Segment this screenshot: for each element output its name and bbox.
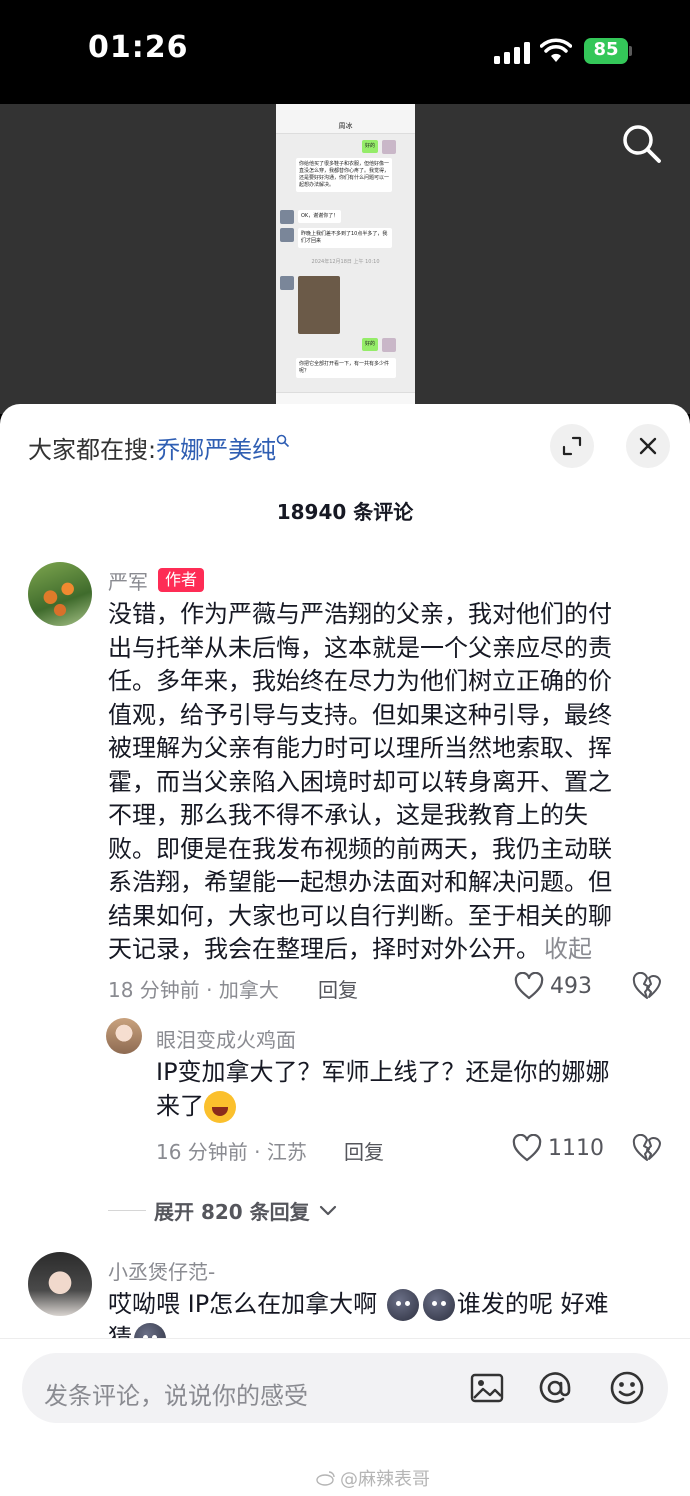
emoji-smile-icon[interactable]: [608, 1369, 646, 1407]
battery-icon: 85: [584, 38, 632, 64]
broken-heart-icon[interactable]: [632, 972, 662, 1000]
reply-button[interactable]: 回复: [344, 1136, 384, 1165]
close-icon: [639, 437, 657, 455]
chat-message: 好的: [362, 338, 379, 351]
emoji-icon: [386, 1289, 419, 1321]
avatar[interactable]: [28, 1252, 92, 1316]
comment-input[interactable]: 发条评论，说说你的感受: [22, 1353, 668, 1423]
expand-icon: [562, 436, 582, 456]
close-button[interactable]: [626, 424, 670, 468]
comment-username[interactable]: 严军: [108, 566, 148, 595]
comment-username[interactable]: 眼泪变成火鸡面: [156, 1024, 296, 1053]
comment-username[interactable]: 小丞煲仔范-: [108, 1256, 215, 1285]
comment-meta: 16 分钟前 · 江苏: [156, 1140, 307, 1164]
wifi-icon: [540, 38, 572, 62]
avatar[interactable]: [106, 1018, 142, 1054]
avatar[interactable]: [28, 562, 92, 626]
trending-search-prefix: 大家都在搜:: [28, 436, 157, 464]
chat-message: OK，谢谢你了！: [298, 210, 342, 223]
chat-message: 好的: [362, 140, 379, 153]
like-button[interactable]: 493: [514, 972, 592, 1000]
status-time: 01:26: [88, 30, 189, 65]
divider: [108, 1210, 146, 1211]
image-icon[interactable]: [468, 1369, 506, 1407]
expand-replies-button[interactable]: 展开 820 条回复: [108, 1196, 338, 1225]
mention-icon[interactable]: [536, 1369, 574, 1407]
chevron-down-icon: [319, 1205, 336, 1215]
laughing-crying-emoji-icon: [204, 1090, 236, 1123]
trending-search[interactable]: 大家都在搜:乔娜严美纯: [28, 430, 290, 465]
heart-icon: [514, 972, 544, 1000]
battery-level: 85: [593, 39, 619, 60]
chat-timestamp: 2024年12月18日 上午 10:10: [311, 259, 380, 265]
chat-message: 昨晚上我们差不多到了10点半多了，我们才回来: [298, 228, 392, 248]
comment-input-bar: 发条评论，说说你的感受 @麻辣表哥: [0, 1339, 690, 1496]
like-button[interactable]: 1110: [512, 1134, 604, 1162]
chat-title: 周冰: [276, 118, 415, 134]
video-player[interactable]: 周冰 好的 你给他买了很多鞋子和衣服，但他好像一直没怎么穿，我都替你心疼了。我觉…: [0, 104, 690, 414]
chat-message: 你把它全部打开看一下，有一共有多少件呢？: [296, 358, 396, 378]
collapse-link[interactable]: 收起: [544, 935, 592, 963]
trending-search-keyword[interactable]: 乔娜严美纯: [156, 436, 276, 464]
expand-sheet-button[interactable]: [550, 424, 594, 468]
search-icon: [276, 434, 290, 448]
watermark: @麻辣表哥: [316, 1465, 430, 1491]
chat-message: 你给他买了很多鞋子和衣服，但他好像一直没怎么穿，我都替你心疼了。我觉得，还是要好…: [296, 158, 392, 192]
reply-button[interactable]: 回复: [318, 974, 358, 1003]
comment-text: 没错，作为严薇与严浩翔的父亲，我对他们的付 出与托举从未后悔，这本就是一个父亲应…: [108, 600, 612, 963]
status-bar: 01:26 85: [0, 0, 690, 104]
search-icon[interactable]: [620, 122, 662, 164]
comment-sheet: 大家都在搜:乔娜严美纯 18940 条评论 严军 作者 没错，作为严薇与严浩翔的…: [0, 404, 690, 1496]
emoji-icon: [422, 1289, 455, 1321]
author-badge: 作者: [158, 568, 205, 592]
weibo-logo-icon: [316, 1471, 335, 1486]
like-count: 1110: [548, 1135, 604, 1161]
comment-meta: 18 分钟前 · 加拿大: [108, 978, 279, 1002]
broken-heart-icon[interactable]: [632, 1134, 662, 1162]
watermark-text: @麻辣表哥: [340, 1469, 430, 1490]
like-count: 493: [550, 973, 592, 999]
comment-count: 18940 条评论: [276, 500, 414, 524]
comment-input-placeholder: 发条评论，说说你的感受: [44, 1382, 308, 1410]
cellular-signal-icon: [494, 42, 530, 64]
chat-photo: [298, 276, 340, 334]
expand-replies-label: 展开 820 条回复: [154, 1200, 310, 1224]
video-chat-screenshot: 周冰 好的 你给他买了很多鞋子和衣服，但他好像一直没怎么穿，我都替你心疼了。我觉…: [276, 104, 415, 414]
comment-text: IP变加拿大了？军师上线了？还是你的娜娜 来了: [156, 1056, 666, 1123]
heart-icon: [512, 1134, 542, 1162]
